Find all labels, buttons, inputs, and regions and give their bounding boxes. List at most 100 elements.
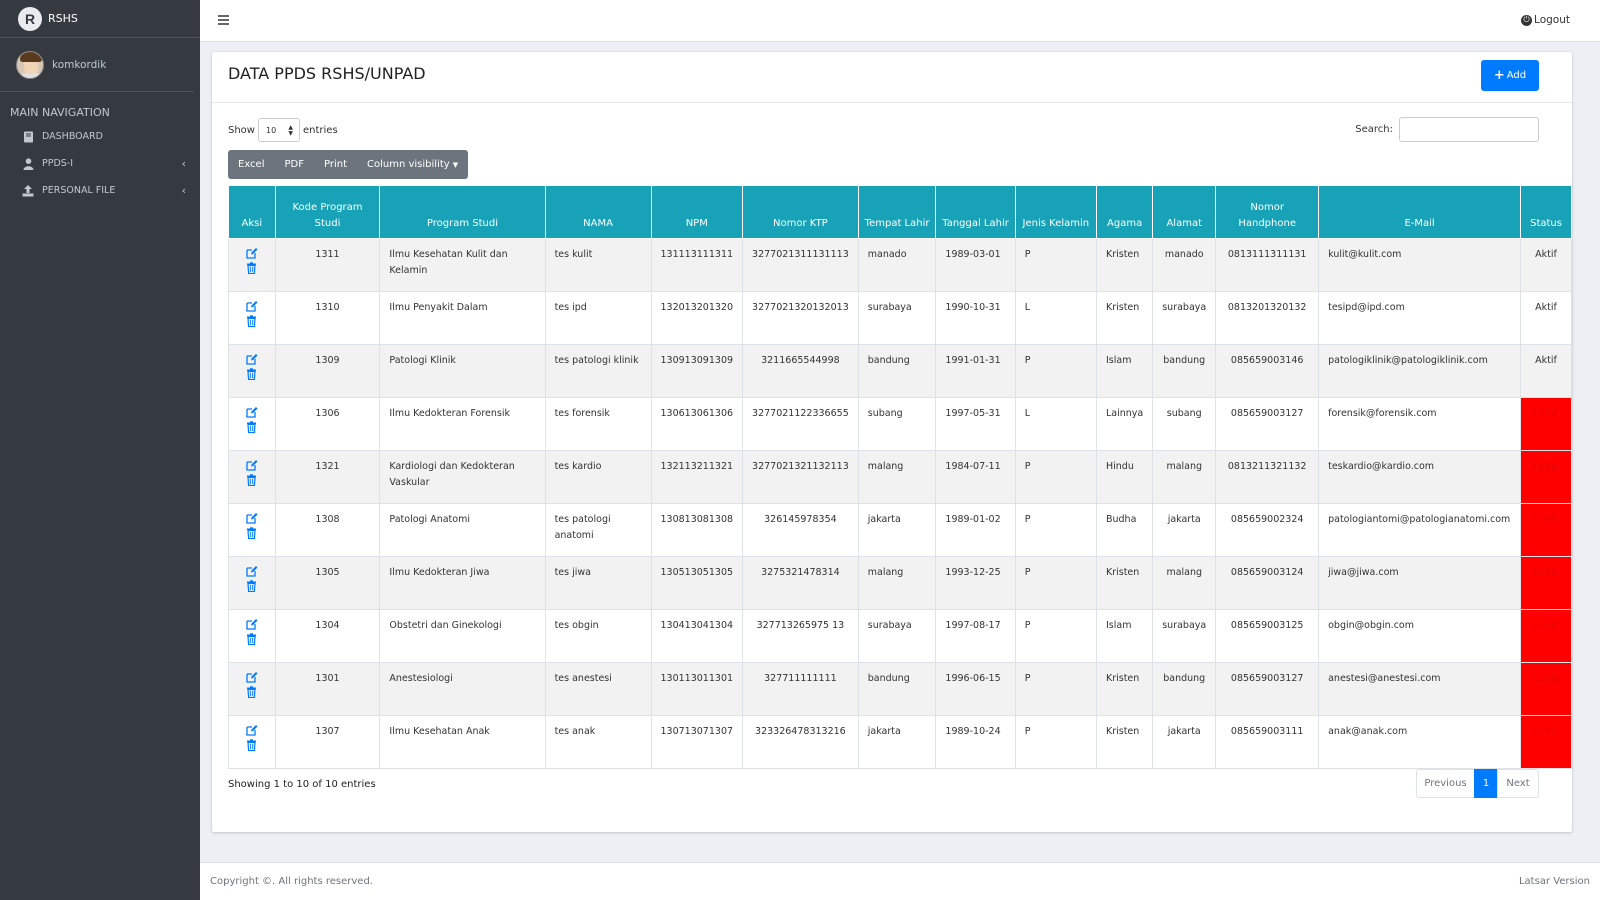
edit-icon[interactable] [246, 671, 258, 683]
table-cell: Kardiologi dan Kedokteran Vaskular [379, 450, 546, 504]
trash-icon[interactable] [246, 633, 257, 645]
next-page-button[interactable]: Next [1497, 769, 1539, 798]
table-row: 1309 Patologi Klinik tes patologi klinik 13… [228, 344, 1572, 398]
excel-button[interactable]: Excel [228, 150, 275, 179]
action-cell [228, 556, 276, 610]
table-cell: 1993-12-25 [935, 556, 1016, 610]
chevron-left-icon: ‹ [181, 184, 186, 197]
page-length-select[interactable]: 10 ▲ ▼ [257, 118, 300, 142]
edit-icon[interactable] [246, 618, 258, 630]
pdf-button[interactable]: PDF [275, 150, 314, 179]
table-cell: P [1014, 715, 1097, 769]
column-header[interactable]: Alamat [1152, 185, 1217, 239]
column-header[interactable]: Nomor Handphone [1215, 185, 1320, 239]
action-cell [228, 291, 276, 345]
trash-icon[interactable] [246, 474, 257, 486]
table-cell: 0813111311131 [1215, 238, 1320, 292]
edit-icon[interactable] [246, 353, 258, 365]
table-body: 1311 Ilmu Kesehatan Kulit dan Kelamin tes … [228, 238, 1572, 769]
user-panel[interactable]: komkordik [0, 38, 194, 92]
search-input[interactable] [1399, 117, 1539, 142]
table-cell: tesipd@ipd.com [1318, 291, 1522, 345]
table-cell: bandung [857, 344, 937, 398]
table-cell: P [1014, 503, 1097, 557]
action-cell [228, 238, 276, 292]
table-cell: manado [857, 238, 937, 292]
trash-icon[interactable] [246, 580, 257, 592]
sidebar-item-ppds[interactable]: PPDS-I ‹ [0, 150, 200, 177]
table-cell: tes patologi klinik [544, 344, 652, 398]
sidebar-item-personal-file[interactable]: PERSONAL FILE ‹ [0, 177, 200, 204]
edit-icon[interactable] [246, 512, 258, 524]
edit-icon[interactable] [246, 406, 258, 418]
table-cell: anak@anak.com [1318, 715, 1522, 769]
print-button[interactable]: Print [314, 150, 357, 179]
column-header[interactable]: NAMA [544, 185, 652, 239]
trash-icon[interactable] [246, 315, 257, 327]
table-cell: anestesi@anestesi.com [1318, 662, 1522, 716]
trash-icon[interactable] [246, 686, 257, 698]
status-badge: Aktif [1520, 238, 1572, 292]
logout-link[interactable]: ⏻ Logout [1521, 14, 1570, 26]
column-header[interactable]: Aksi [228, 185, 276, 239]
column-header[interactable]: Agama [1095, 185, 1154, 239]
table-cell: jakarta [1152, 715, 1217, 769]
edit-icon[interactable] [246, 724, 258, 736]
column-header[interactable]: Status [1520, 185, 1572, 239]
page-1-button[interactable]: 1 [1474, 769, 1498, 798]
column-header[interactable]: Program Studi [379, 185, 546, 239]
column-header[interactable]: NPM [650, 185, 744, 239]
table-row: 1321 Kardiologi dan Kedokteran Vaskular te… [228, 450, 1572, 504]
menu-toggle-icon[interactable] [218, 15, 229, 25]
column-header[interactable]: Jenis Kelamin [1014, 185, 1097, 239]
table-cell: Ilmu Kesehatan Kulit dan Kelamin [379, 238, 546, 292]
trash-icon[interactable] [246, 421, 257, 433]
table-cell: tes forensik [544, 397, 652, 451]
table-cell: 085659002324 [1215, 503, 1320, 557]
table-cell: malang [1152, 450, 1217, 504]
table-cell: malang [1152, 556, 1217, 610]
status-badge: Lulus [1520, 662, 1572, 716]
action-cell [228, 715, 276, 769]
status-badge: Lulus [1520, 609, 1572, 663]
table-cell: 1997-08-17 [935, 609, 1016, 663]
brand[interactable]: R RSHS [0, 0, 200, 38]
column-header[interactable]: Tempat Lahir [857, 185, 937, 239]
table-cell: surabaya [1152, 291, 1217, 345]
table-cell: 130113011301 [650, 662, 744, 716]
trash-icon[interactable] [246, 527, 257, 539]
previous-page-button[interactable]: Previous [1416, 769, 1475, 798]
length-control: Show 10 ▲ ▼ entries [228, 118, 338, 142]
action-cell [228, 344, 276, 398]
edit-icon[interactable] [246, 459, 258, 471]
table-cell: bandung [1152, 662, 1217, 716]
column-header[interactable]: E-Mail [1318, 185, 1522, 239]
sidebar-item-dashboard[interactable]: DASHBOARD [0, 123, 200, 150]
column-header[interactable]: Tanggal Lahir [935, 185, 1016, 239]
table-cell: tes obgin [544, 609, 652, 663]
trash-icon[interactable] [246, 368, 257, 380]
page-length-value: 10 [265, 125, 277, 135]
edit-icon[interactable] [246, 300, 258, 312]
column-header[interactable]: Kode Program Studi [274, 185, 381, 239]
table-cell: bandung [1152, 344, 1217, 398]
trash-icon[interactable] [246, 262, 257, 274]
trash-icon[interactable] [246, 739, 257, 751]
table-info: Showing 1 to 10 of 10 entries [228, 779, 376, 790]
column-visibility-button[interactable]: Column visibility ▼ [357, 150, 468, 179]
sidebar-item-label: PPDS-I [42, 158, 74, 169]
avatar [16, 50, 44, 79]
table-row: 1301 Anestesiologi tes anestesi 13011301130… [228, 662, 1572, 716]
table-cell: Hindu [1095, 450, 1154, 504]
table-cell: bandung [857, 662, 937, 716]
add-button[interactable]: + Add [1481, 60, 1539, 91]
edit-icon[interactable] [246, 247, 258, 259]
table-cell: subang [1152, 397, 1217, 451]
version-text: Latsar Version [1518, 876, 1590, 887]
table-cell: 1305 [274, 556, 381, 610]
select-arrows-icon: ▲ ▼ [288, 124, 293, 137]
column-header[interactable]: Nomor KTP [742, 185, 859, 239]
table-cell: 1309 [274, 344, 381, 398]
action-cell [228, 662, 276, 716]
edit-icon[interactable] [246, 565, 258, 577]
